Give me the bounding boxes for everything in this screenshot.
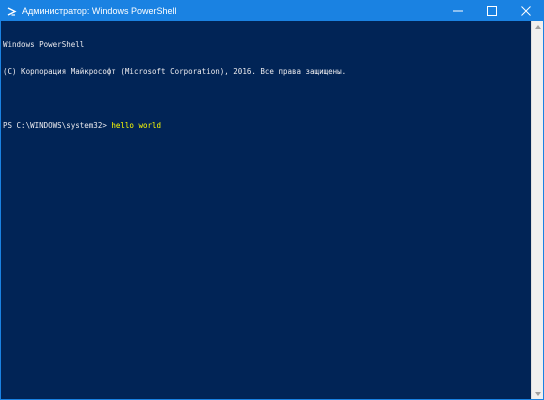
window-title: Администратор: Windows PowerShell — [22, 6, 177, 16]
console-prompt: PS C:\WINDOWS\system32> — [3, 121, 112, 130]
powershell-icon[interactable] — [1, 1, 21, 21]
arrow-down-icon — [534, 391, 541, 396]
maximize-button[interactable] — [475, 1, 509, 21]
console-header-line: Windows PowerShell — [3, 40, 85, 49]
arrow-up-icon — [534, 24, 541, 29]
scroll-up-button[interactable] — [532, 21, 543, 32]
powershell-window: Администратор: Windows PowerShell Window… — [0, 0, 544, 400]
vertical-scrollbar[interactable] — [531, 21, 543, 399]
console-output[interactable]: Windows PowerShell (C) Корпорация Майкро… — [1, 21, 531, 399]
minimize-button[interactable] — [441, 1, 475, 21]
scroll-down-button[interactable] — [532, 388, 543, 399]
maximize-icon — [487, 6, 497, 16]
title-bar[interactable]: Администратор: Windows PowerShell — [1, 1, 543, 21]
console-copyright-line: (C) Корпорация Майкрософт (Microsoft Cor… — [3, 67, 347, 76]
minimize-icon — [453, 10, 463, 12]
console-prompt-line[interactable]: PS C:\WINDOWS\system32> hello world — [3, 121, 531, 130]
close-button[interactable] — [509, 1, 543, 21]
console-command: hello world — [111, 121, 162, 130]
close-icon — [521, 6, 531, 16]
